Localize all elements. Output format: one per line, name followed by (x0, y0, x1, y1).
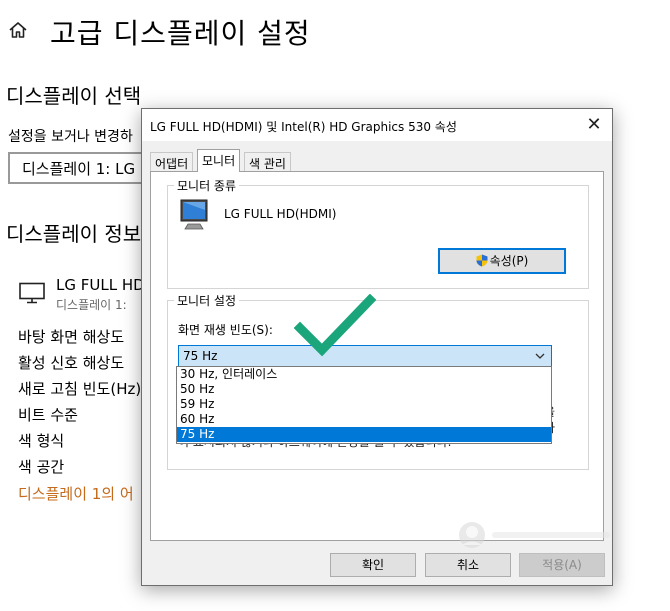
tab-color-management[interactable]: 색 관리 (244, 152, 291, 172)
dropdown-option-30hz-interlaced[interactable]: 30 Hz, 인터레이스 (177, 367, 551, 382)
info-refresh-rate: 새로 고침 빈도(Hz) (18, 380, 142, 398)
display-select[interactable]: 디스플레이 1: LG (8, 152, 158, 184)
properties-dialog: LG FULL HD(HDMI) 및 Intel(R) HD Graphics … (141, 108, 613, 586)
shield-icon (476, 254, 488, 267)
display-adapter-properties-link[interactable]: 디스플레이 1의 어 (18, 483, 134, 504)
checkmark-icon (294, 294, 376, 357)
info-color-space: 색 공간 (18, 458, 65, 476)
ok-button[interactable]: 확인 (330, 553, 416, 577)
dropdown-option-75hz[interactable]: 75 Hz (177, 427, 551, 442)
monitor-type-group: 모니터 종류 LG FULL HD(HDMI) 속성(P) (167, 177, 589, 289)
monitor-subtitle: 디스플레이 1: (56, 298, 127, 312)
info-desktop-resolution: 바탕 화면 해상도 (18, 328, 125, 346)
monitor-tab-panel: 모니터 종류 LG FULL HD(HDMI) 속성(P) 모니터 설정 화면 … (150, 171, 604, 541)
properties-button-label: 속성(P) (489, 254, 529, 268)
dropdown-option-60hz[interactable]: 60 Hz (177, 412, 551, 427)
dropdown-option-59hz[interactable]: 59 Hz (177, 397, 551, 412)
watermark-logo (459, 522, 610, 548)
select-display-heading: 디스플레이 선택 (6, 84, 142, 108)
refresh-rate-value: 75 Hz (183, 349, 218, 363)
cancel-button[interactable]: 취소 (425, 553, 511, 577)
page-title: 고급 디스플레이 설정 (50, 17, 311, 50)
monitor-icon (180, 199, 208, 230)
info-active-signal-resolution: 활성 신호 해상도 (18, 354, 125, 372)
refresh-rate-dropdown-list: 30 Hz, 인터레이스 50 Hz 59 Hz 60 Hz 75 Hz (176, 366, 552, 444)
tab-monitor[interactable]: 모니터 (197, 149, 241, 172)
dialog-titlebar[interactable]: LG FULL HD(HDMI) 및 Intel(R) HD Graphics … (142, 109, 612, 141)
select-display-label: 설정을 보거나 변경하 (8, 129, 133, 145)
close-icon[interactable]: ✕ (582, 113, 606, 137)
tab-adapter[interactable]: 어댑터 (150, 152, 194, 172)
home-icon[interactable] (8, 20, 28, 40)
chevron-down-icon (535, 353, 545, 359)
display-info-heading: 디스플레이 정보 (6, 222, 142, 246)
monitor-type-group-label: 모니터 종류 (174, 177, 240, 194)
properties-button[interactable]: 속성(P) (438, 248, 566, 274)
dropdown-option-50hz[interactable]: 50 Hz (177, 382, 551, 397)
info-bit-depth: 비트 수준 (18, 406, 78, 424)
monitor-name: LG FULL HD( (56, 276, 151, 294)
monitor-settings-group-label: 모니터 설정 (174, 292, 240, 309)
monitor-icon (19, 282, 45, 304)
dialog-title: LG FULL HD(HDMI) 및 Intel(R) HD Graphics … (150, 120, 457, 134)
refresh-rate-label: 화면 재생 빈도(S): (178, 323, 273, 337)
monitor-model-name: LG FULL HD(HDMI) (224, 207, 337, 221)
apply-button[interactable]: 적용(A) (519, 553, 605, 577)
info-color-format: 색 형식 (18, 432, 65, 450)
